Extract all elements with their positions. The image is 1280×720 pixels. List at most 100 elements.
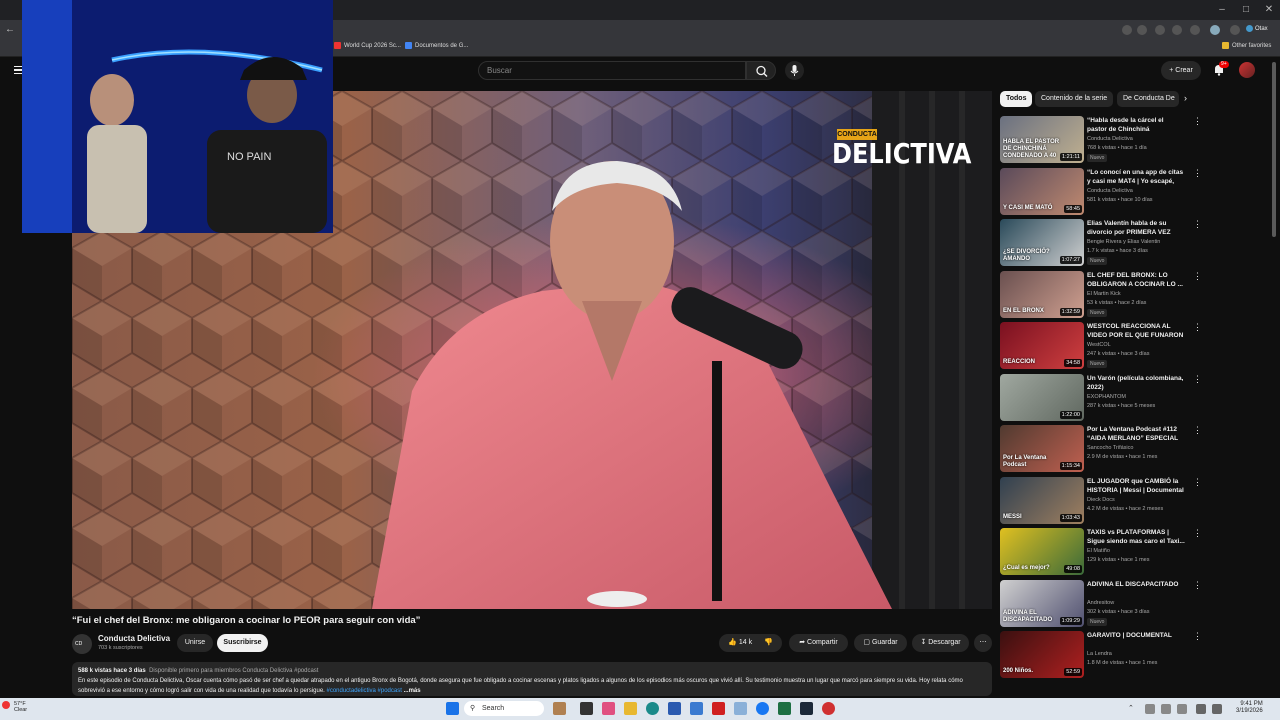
channel-avatar[interactable]: CD [72,634,92,654]
recommended-video-title[interactable]: Por La Ventana Podcast #112 “AIDA MERLAN… [1087,425,1185,444]
recommended-video-title[interactable]: WESTCOL REACCIONA AL VIDEO POR EL QUE FU… [1087,322,1185,341]
recommended-video[interactable]: HABLA EL PASTOR DE CHINCHINÁ CONDENADO A… [1000,116,1202,164]
clock[interactable]: 9:41 PM 3/19/2026 [1236,701,1263,715]
search-input[interactable]: Buscar [478,61,746,80]
more-vertical-icon[interactable]: ⋮ [1193,271,1202,282]
favorite-star-icon[interactable] [1137,25,1147,35]
steam-icon[interactable] [800,702,813,715]
video-thumbnail[interactable]: 1:22:00 [1000,373,1084,421]
weather-widget[interactable]: 57°F Clear [2,701,27,713]
recommended-channel[interactable]: Sancocho Trifásico [1087,445,1133,451]
excel-icon[interactable] [778,702,791,715]
more-vertical-icon[interactable]: ⋮ [1193,477,1202,488]
bookmark-documentos[interactable]: Documentos de G... [405,42,468,49]
chrome-icon[interactable] [822,702,835,715]
taskbar-search[interactable]: ⚲ Search [464,701,544,716]
more-vertical-icon[interactable]: ⋮ [1193,168,1202,179]
recommended-video[interactable]: 200 Niños. 52:59 GARAVITO | DOCUMENTAL La L… [1000,631,1202,679]
mail-icon[interactable] [690,702,703,715]
video-thumbnail[interactable]: MESSI 1:03:43 [1000,476,1084,524]
save-button[interactable]: ▢ Guardar [854,634,907,652]
recommended-video[interactable]: ADIVINA EL DISCAPACITADO 1:09:29 ADIVINA E… [1000,579,1202,628]
channel-name[interactable]: Conducta Delictiva [98,634,170,643]
notifications-button[interactable]: 9+ [1212,61,1229,77]
profile-icon[interactable] [1210,25,1220,35]
split-screen-icon[interactable] [1155,25,1165,35]
downloads-icon[interactable] [1190,25,1200,35]
recommended-video-title[interactable]: “Habla desde la cárcel el pastor de Chin… [1087,116,1185,135]
video-thumbnail[interactable]: EN EL BRONX 1:32:59 [1000,270,1084,318]
video-description[interactable]: 588 k vistas hace 3 días Disponible prim… [72,662,992,696]
recommended-video[interactable]: ¿Cual es mejor? 49:08 TAXIS vs PLATAFORMAS… [1000,528,1202,576]
show-more-link[interactable]: ...más [404,688,421,694]
recommended-video[interactable]: MESSI 1:03:43 EL JUGADOR que CAMBIÓ la HIS… [1000,476,1202,525]
taskbar-app-icon[interactable] [553,702,566,715]
recommended-channel[interactable]: WestCOL [1087,342,1111,348]
recommended-channel[interactable]: El Matiño [1087,548,1110,554]
more-vertical-icon[interactable]: ⋮ [1193,374,1202,385]
video-thumbnail[interactable]: 200 Niños. 52:59 [1000,631,1084,678]
recommended-channel[interactable]: La Lendra [1087,651,1112,657]
video-thumbnail[interactable]: ADIVINA EL DISCAPACITADO 1:09:29 [1000,579,1084,627]
recommended-video[interactable]: 1:22:00 Un Varón (película colombiana, 20… [1000,373,1202,422]
bookmark-world-cup[interactable]: World Cup 2026 Sc... [334,42,401,49]
video-thumbnail[interactable]: ¿SE DIVORCIÓ? AMANDO 1:07:27 [1000,219,1084,266]
recommended-video[interactable]: Y CASI ME MATÓ 58:45 “Lo conocí en una app… [1000,167,1202,216]
recommended-channel[interactable]: Andresitow [1087,600,1114,606]
facebook-icon[interactable] [756,702,769,715]
recommended-video[interactable]: REACCION 34:58 WESTCOL REACCIONA AL VIDEO … [1000,322,1202,370]
chip-from-channel[interactable]: De Conducta De [1117,91,1179,107]
recommended-video[interactable]: EN EL BRONX 1:32:59 EL CHEF DEL BRONX: LO … [1000,270,1202,319]
more-vertical-icon[interactable]: ⋮ [1193,116,1202,127]
share-button[interactable]: ➦ Compartir [789,634,848,652]
recommended-channel[interactable]: El Martin Kick [1087,291,1121,297]
copilot-button[interactable]: Otax [1246,23,1274,36]
recommended-video-title[interactable]: “Lo conocí en una app de citas y casi me… [1087,168,1185,187]
join-button[interactable]: Unirse [177,634,213,652]
copilot-icon[interactable] [602,702,615,715]
video-thumbnail[interactable]: REACCION 34:58 [1000,322,1084,369]
volume-icon[interactable] [1212,704,1222,714]
subscribe-button[interactable]: Suscribirse [217,634,268,652]
more-actions-button[interactable]: ⋯ [974,634,992,652]
tray-app-icon[interactable] [1177,704,1187,714]
recommended-channel[interactable]: Dieck Docs [1087,497,1115,503]
collections-icon[interactable] [1172,25,1182,35]
recommended-video-title[interactable]: TAXIS vs PLATAFORMAS | Sigue siendo mas … [1087,528,1185,546]
chip-all[interactable]: Todos [1000,91,1033,107]
extension-icon[interactable] [1122,25,1132,35]
chip-series-content[interactable]: Contenido de la serie [1035,91,1114,107]
recommended-video-title[interactable]: EL CHEF DEL BRONX: LO OBLIGARON A COCINA… [1087,271,1185,289]
more-vertical-icon[interactable]: ⋮ [1193,580,1202,591]
store-icon[interactable] [668,702,681,715]
search-button[interactable] [746,61,776,80]
more-vertical-icon[interactable]: ⋮ [1193,528,1202,539]
voice-search-button[interactable] [785,61,804,80]
description-hashtags[interactable]: #conductadelictiva #podcast [327,688,402,694]
recommended-video[interactable]: ¿SE DIVORCIÓ? AMANDO 1:07:27 Elias Valentí… [1000,219,1202,267]
scrollbar[interactable] [1270,62,1278,237]
video-thumbnail[interactable]: HABLA EL PASTOR DE CHINCHINÁ CONDENADO A… [1000,116,1084,163]
recommended-video-title[interactable]: Un Varón (película colombiana, 2022) [1087,374,1185,392]
task-view-icon[interactable] [580,702,593,715]
minimize-icon[interactable]: – [1214,3,1230,17]
edge-icon[interactable] [646,702,659,715]
video-thumbnail[interactable]: Y CASI ME MATÓ 58:45 [1000,167,1084,215]
video-thumbnail[interactable]: ¿Cual es mejor? 49:08 [1000,528,1084,575]
thumbs-up-icon[interactable]: 👍 [728,639,737,646]
recommended-video-title[interactable]: GARAVITO | DOCUMENTAL [1087,631,1185,640]
chevron-right-icon[interactable]: › [1184,93,1187,103]
recommended-channel[interactable]: EXOPHANTOM [1087,394,1126,400]
bookmark-other-favorites[interactable]: Other favorites [1222,42,1271,49]
more-vertical-icon[interactable]: ⋮ [1193,425,1202,436]
recommended-channel[interactable]: Conducta Delictiva [1087,136,1133,142]
like-dislike-group[interactable]: 👍 14 k 👎 [719,634,782,652]
video-thumbnail[interactable]: Por La Ventana Podcast 1:15:34 [1000,425,1084,472]
tray-app-icon[interactable] [1145,704,1155,714]
more-vertical-icon[interactable]: ⋮ [1193,219,1202,230]
file-explorer-icon[interactable] [624,702,637,715]
recommended-channel[interactable]: Conducta Delictiva [1087,188,1133,194]
youtube-app-icon[interactable] [712,702,725,715]
recommended-video[interactable]: Por La Ventana Podcast 1:15:34 Por La Vent… [1000,425,1202,473]
recommended-video-title[interactable]: Elias Valentín habla de su divorcio por … [1087,219,1185,237]
